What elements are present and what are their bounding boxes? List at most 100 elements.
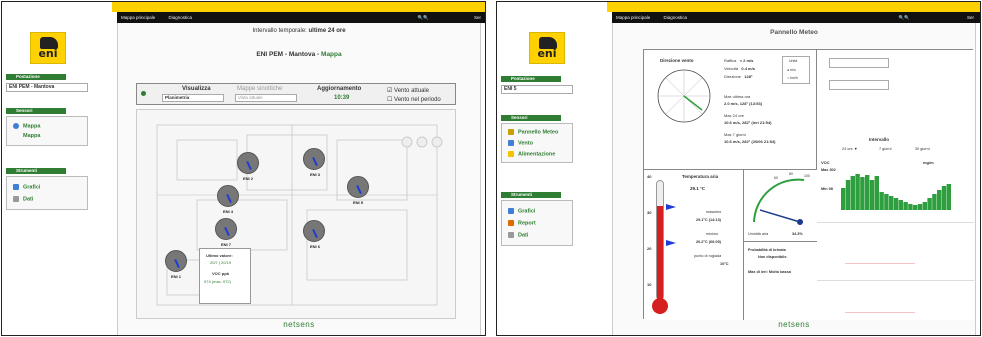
unit-ms-radio[interactable]: ● m/s xyxy=(787,68,796,72)
popup-title: Ultimo valore: xyxy=(206,253,233,258)
voc-bar xyxy=(903,202,908,210)
popup-value: 974 (max: 972) xyxy=(204,279,231,284)
nav-home-link[interactable]: Mappa principale xyxy=(616,15,650,20)
sidebar-item-dati[interactable]: Dati xyxy=(508,232,528,238)
sidebar-item-vento[interactable]: Vento xyxy=(508,140,533,146)
power-icon xyxy=(508,151,514,157)
station-gauge-eni2[interactable] xyxy=(237,152,259,174)
unit-kmh-radio[interactable]: ○ km/h xyxy=(787,76,798,80)
interval-title: Intervallo xyxy=(869,137,890,142)
station-gauge-eni4[interactable] xyxy=(217,185,239,207)
station-label-eni4: ENI 4 xyxy=(223,209,234,214)
postazione-select[interactable]: ENI 5 xyxy=(501,85,573,94)
wind-velocita: Velocità 0.4 m/s xyxy=(724,66,755,71)
zoom-icon[interactable]: 🔍🔍 xyxy=(418,12,429,23)
sidebar-item-mappa-sub[interactable]: Mappa xyxy=(23,133,40,139)
aggiornamento-value: 10:39 xyxy=(334,95,350,101)
sidebar-item-report[interactable]: Report xyxy=(508,220,536,226)
mappe-select[interactable]: Vista attuale xyxy=(235,94,297,102)
chart-icon xyxy=(13,184,19,190)
voc-bar xyxy=(908,204,913,210)
temp-min-value: 20.2°C (06:09) xyxy=(696,240,721,244)
wind-rose xyxy=(657,69,711,123)
field-empty-2[interactable] xyxy=(829,80,889,90)
nav-user[interactable]: Ser xyxy=(474,12,481,23)
eni-logo: eni xyxy=(30,32,66,64)
brina-ice: Max di ieri: Molto bassa xyxy=(748,270,791,274)
temp-max-label: massimo xyxy=(706,210,722,214)
floorplan-drawing xyxy=(156,124,443,306)
vento-attuale-checkbox[interactable]: ☑ Vento attuale xyxy=(387,87,429,94)
voc-bars xyxy=(841,174,951,210)
netsens-footer: netsens xyxy=(778,320,810,329)
dewpoint-value: 10°C xyxy=(720,262,729,266)
vento-periodo-checkbox[interactable]: ☐ Vento nel periodo xyxy=(387,96,441,103)
zoom-icon[interactable]: 🔍🔍 xyxy=(899,12,910,23)
nav-diag-link[interactable]: Diagnostica xyxy=(169,15,193,20)
nav-home-link[interactable]: Mappa principale xyxy=(121,15,155,20)
sidebar-item-mappa[interactable]: Mappa xyxy=(13,123,40,129)
voc-bar xyxy=(884,194,889,210)
nav-user[interactable]: Ser xyxy=(967,12,974,23)
voc-bar xyxy=(927,198,932,210)
postazione-select[interactable]: ENI PEM - Mantova xyxy=(6,83,88,92)
sensori-box: Pannello Meteo Vento Alimentazione xyxy=(501,123,573,163)
field-empty-1[interactable] xyxy=(829,58,889,68)
temp-title: Temperatura aria xyxy=(682,174,719,179)
wind-max7-value: 10.6 m/s, 282° (20/06 21:54) xyxy=(724,139,776,144)
top-nav-bar: Mappa principale Diagnostica 🔍🔍 Ser xyxy=(612,12,980,23)
voc-unit: mg/m xyxy=(923,160,934,165)
humidity-gauge xyxy=(753,178,805,225)
sidebar-item-dati[interactable]: Dati xyxy=(13,196,33,202)
nav-diag-link[interactable]: Diagnostica xyxy=(664,15,688,20)
right-column: Intervallo 24 ore ▼ 7 giorni 30 giorni V… xyxy=(817,50,974,320)
interval-30d[interactable]: 30 giorni xyxy=(915,147,930,151)
temperature-block: Temperatura aria 29.1 °C 40 30 20 10 mas… xyxy=(644,170,744,320)
humid-value: 34.3% xyxy=(792,232,803,236)
brina-block: Probabilità di brinata Non disponibile. … xyxy=(744,242,817,320)
station-gauge-eni7[interactable] xyxy=(215,218,237,240)
map-icon xyxy=(13,123,19,129)
voc-bar xyxy=(917,204,923,210)
sidebar-item-alimentazione[interactable]: Alimentazione xyxy=(508,151,555,157)
wind-icon xyxy=(508,140,514,146)
voc-bar xyxy=(937,190,942,210)
wind-max24-label: Max 24 ore xyxy=(724,113,745,118)
sensori-box: Mappa Mappa xyxy=(6,116,88,146)
station-gauge-eni6[interactable] xyxy=(303,220,325,242)
sidebar-item-pannello-meteo[interactable]: Pannello Meteo xyxy=(508,129,558,135)
unit-selector[interactable]: Unità ● m/s ○ km/h xyxy=(782,56,810,84)
station-gauge-eni1[interactable] xyxy=(165,250,187,272)
temp-scale-30: 30 xyxy=(647,210,652,215)
station-gauge-eni5[interactable] xyxy=(347,176,369,198)
map-canvas[interactable]: ENI 2 ENI 3 ENI 4 ENI 5 ENI 6 ENI 7 ENI … xyxy=(136,109,456,319)
temp-max-marker xyxy=(666,204,676,210)
voc-bar xyxy=(874,176,879,210)
temp-value: 29.1 °C xyxy=(690,186,706,191)
temp-max-value: 29.1°C (14:13) xyxy=(696,218,721,222)
chart-icon xyxy=(508,208,514,214)
voc-bar xyxy=(855,174,860,210)
wind-title: Direzione vento xyxy=(660,58,694,63)
mappe-label: Mappe sinottiche xyxy=(237,86,283,92)
page-title: Pannello Meteo xyxy=(770,29,818,36)
temp-min-label: minimo xyxy=(706,232,719,236)
postazione-header: Postazione xyxy=(501,76,561,82)
sidebar-item-grafici[interactable]: Grafici xyxy=(13,184,40,190)
interval-7d[interactable]: 7 giorni xyxy=(879,147,891,151)
voc-bar xyxy=(898,200,903,210)
station-label-eni5: ENI 5 xyxy=(353,200,364,205)
station-label-eni6: ENI 6 xyxy=(310,244,321,249)
station-label-eni3: ENI 3 xyxy=(310,172,321,177)
temp-scale-20: 20 xyxy=(647,246,652,251)
right-screenshot: eni Postazione ENI 5 Sensori Pannello Me… xyxy=(496,1,981,336)
popup-metric: VOC ppb xyxy=(212,271,230,276)
station-gauge-eni3[interactable] xyxy=(303,148,325,170)
temp-scale-10: 10 xyxy=(647,282,652,287)
visualizza-select[interactable]: Planimetria xyxy=(162,94,224,102)
voc-bar xyxy=(850,176,855,210)
sidebar-item-grafici[interactable]: Grafici xyxy=(508,208,535,214)
strumenti-header: Strumenti xyxy=(501,192,561,198)
interval-24h[interactable]: 24 ore ▼ xyxy=(842,147,858,151)
voc-min: Min 98 xyxy=(821,187,833,191)
